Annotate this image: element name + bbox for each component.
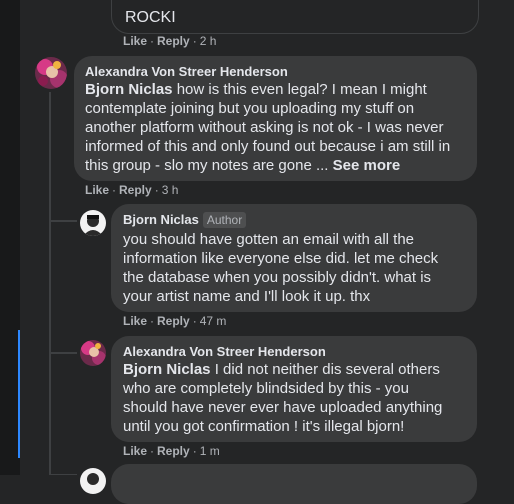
comment-text: Bjorn Niclas I did not neither dis sever…	[123, 361, 443, 435]
like-button[interactable]: Like	[85, 183, 109, 197]
thread-line	[49, 92, 51, 475]
left-panel-edge	[0, 0, 20, 475]
see-more-link[interactable]: See more	[333, 157, 401, 174]
comment-bubble: ROCKI	[111, 0, 479, 34]
comment-bubble: Alexandra Von Streer Henderson Bjorn Nic…	[74, 56, 477, 181]
reply-connector	[51, 220, 77, 222]
comment-actions: Like · Reply · 2 h	[123, 34, 217, 48]
reply-button[interactable]: Reply	[119, 183, 152, 197]
comment-author[interactable]: Alexandra Von Streer Henderson	[123, 344, 326, 359]
comment-bubble	[111, 464, 477, 504]
like-button[interactable]: Like	[123, 444, 147, 458]
comment-actions: Like · Reply · 1 m	[123, 444, 220, 458]
comment-actions: Like · Reply · 3 h	[85, 183, 179, 197]
active-thread-indicator	[18, 330, 20, 458]
timestamp[interactable]: 3 h	[162, 183, 179, 197]
reply-button[interactable]: Reply	[157, 314, 190, 328]
comment-bubble: Alexandra Von Streer Henderson Bjorn Nic…	[111, 336, 477, 442]
like-button[interactable]: Like	[123, 34, 147, 48]
timestamp[interactable]: 1 m	[200, 444, 220, 458]
comment-author[interactable]: Alexandra Von Streer Henderson	[85, 64, 288, 79]
timestamp[interactable]: 2 h	[200, 34, 217, 48]
comment-text: Bjorn Niclas how is this even legal? I m…	[85, 81, 451, 174]
avatar[interactable]	[80, 468, 106, 494]
comment-text: you should have gotten an email with all…	[123, 231, 439, 305]
comment-author: Bjorn Niclas Author	[123, 212, 247, 228]
reply-author-name[interactable]: Bjorn Niclas	[123, 212, 199, 227]
mention-link[interactable]: Bjorn Niclas	[85, 81, 173, 98]
like-button[interactable]: Like	[123, 314, 147, 328]
reply-connector	[51, 352, 77, 354]
comment-bubble: Bjorn Niclas Author you should have gotte…	[111, 204, 477, 312]
timestamp[interactable]: 47 m	[200, 314, 227, 328]
avatar[interactable]	[80, 340, 106, 366]
reply-button[interactable]: Reply	[157, 34, 190, 48]
mention-link[interactable]: Bjorn Niclas	[123, 361, 211, 378]
comment-text: ROCKI	[125, 9, 176, 26]
comment-actions: Like · Reply · 47 m	[123, 314, 227, 328]
reply-button[interactable]: Reply	[157, 444, 190, 458]
avatar[interactable]	[35, 57, 67, 89]
avatar[interactable]	[80, 210, 106, 236]
author-badge: Author	[202, 212, 247, 228]
